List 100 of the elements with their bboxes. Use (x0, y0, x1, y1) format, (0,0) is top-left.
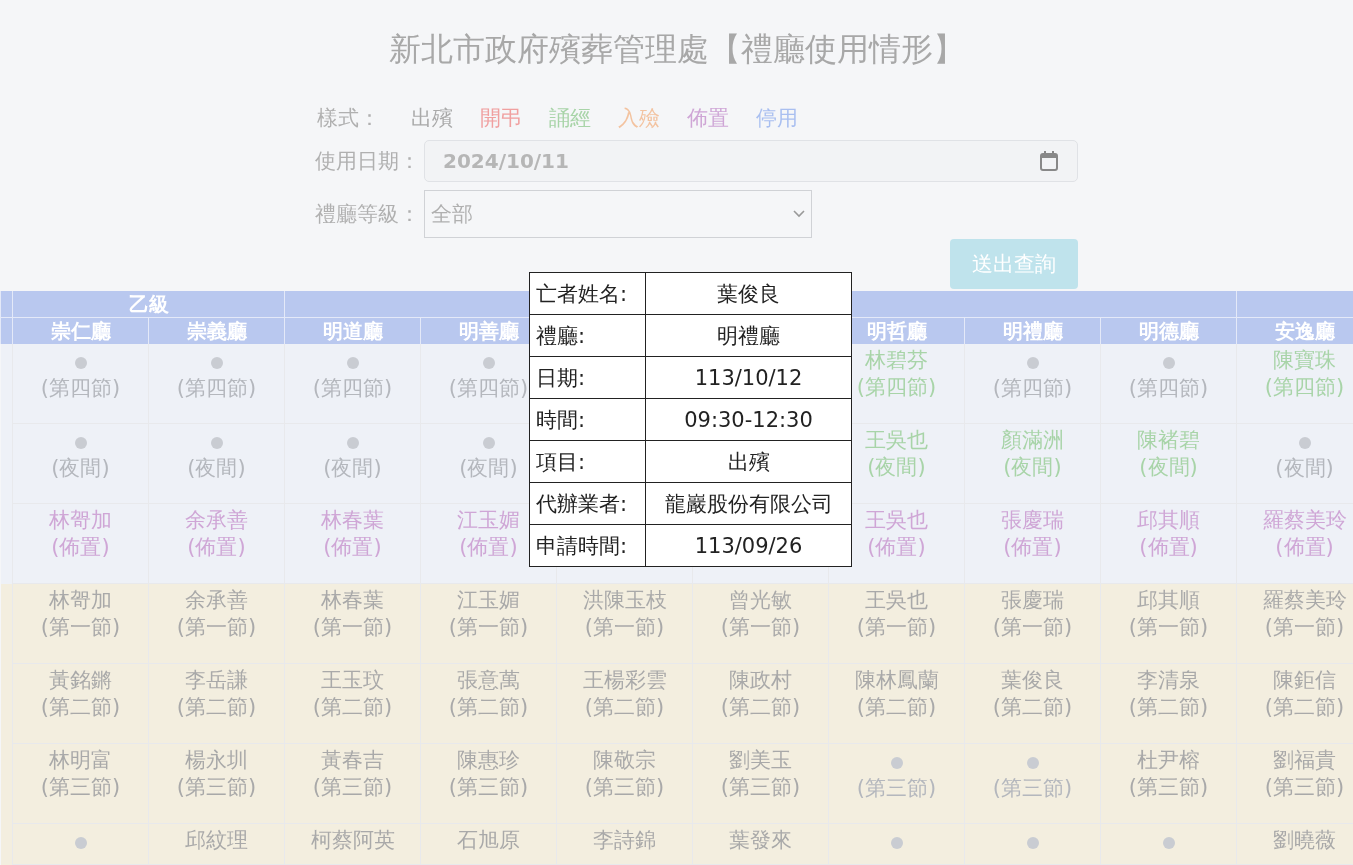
session-label: (夜間) (51, 455, 110, 482)
deceased-name[interactable]: 劉美玉 (729, 747, 792, 774)
session-label: (第一節) (448, 614, 529, 641)
session-label: (夜間) (1275, 455, 1334, 482)
session-label: (第三節) (720, 774, 801, 801)
page-title: 新北市政府殯葬管理處【禮廳使用情形】 (387, 29, 966, 70)
deceased-name[interactable]: 張慶瑞 (1001, 587, 1064, 614)
legend-item: 開弔 (480, 105, 522, 132)
level-select[interactable]: 全部 (424, 190, 812, 238)
calendar-icon[interactable] (1039, 150, 1059, 172)
session-label: (佈置) (323, 534, 382, 561)
session-label: (第三節) (584, 774, 665, 801)
deceased-name[interactable]: 曾光敏 (729, 587, 792, 614)
session-label: (夜間) (1139, 454, 1198, 481)
session-label: (第二節) (1264, 694, 1345, 721)
deceased-name[interactable]: 余承善 (185, 587, 248, 614)
group-header: 乙級 (12, 291, 285, 318)
header-cell (0, 291, 13, 318)
deceased-name[interactable]: 陳林鳳蘭 (854, 667, 939, 694)
session-label: (第四節) (992, 375, 1073, 402)
deceased-name[interactable]: 王楊彩雲 (582, 667, 667, 694)
session-label: (第四節) (856, 374, 937, 401)
deceased-name[interactable]: 陳鉅信 (1273, 667, 1336, 694)
deceased-name[interactable]: 楊永圳 (185, 747, 248, 774)
session-label: (第二節) (720, 694, 801, 721)
deceased-name[interactable]: 陳敬宗 (593, 747, 656, 774)
session-label: (夜間) (187, 455, 246, 482)
deceased-name[interactable]: 江玉媚 (457, 587, 520, 614)
deceased-name[interactable]: 余承善 (185, 507, 248, 534)
session-label: (第一節) (720, 614, 801, 641)
deceased-name[interactable]: 邱其順 (1137, 587, 1200, 614)
session-label: (第四節) (1128, 375, 1209, 402)
deceased-name[interactable]: 張意萬 (457, 667, 520, 694)
session-label: (第二節) (992, 694, 1073, 721)
session-label: (夜間) (1003, 454, 1062, 481)
deceased-name[interactable]: 李岳謙 (185, 667, 248, 694)
deceased-name[interactable]: 黃春吉 (321, 747, 384, 774)
deceased-name[interactable]: 林明富 (49, 747, 112, 774)
session-label: (第二節) (176, 694, 257, 721)
deceased-name[interactable]: 陳政村 (729, 667, 792, 694)
deceased-name[interactable]: 王吳也 (865, 507, 928, 534)
session-label: (第四節) (448, 375, 529, 402)
deceased-name[interactable]: 陳寶珠 (1273, 347, 1336, 374)
session-label: (佈置) (1275, 534, 1334, 561)
deceased-name[interactable]: 林春葉 (321, 587, 384, 614)
submit-button[interactable]: 送出查詢 (950, 239, 1078, 289)
deceased-name[interactable]: 林哿加 (49, 587, 112, 614)
deceased-name[interactable]: 洪陳玉枝 (582, 587, 667, 614)
deceased-name[interactable]: 劉福貴 (1273, 747, 1336, 774)
deceased-name[interactable]: 陳惠珍 (457, 747, 520, 774)
detail-label: 亡者姓名: (529, 272, 646, 315)
session-label: (第三節) (1264, 774, 1345, 801)
detail-label: 申請時間: (529, 524, 646, 567)
deceased-name[interactable]: 羅蔡美玲 (1262, 507, 1347, 534)
session-label: (佈置) (187, 534, 246, 561)
detail-value: 龍巖股份有限公司 (645, 482, 852, 525)
chevron-down-icon (793, 210, 805, 218)
deceased-name[interactable]: 王吳也 (865, 427, 928, 454)
session-label: (第四節) (312, 375, 393, 402)
session-label: (第一節) (856, 614, 937, 641)
legend-label: 樣式： (317, 105, 380, 132)
session-label: (第一節) (1128, 614, 1209, 641)
session-label: (第四節) (1264, 374, 1345, 401)
detail-label: 禮廳: (529, 314, 646, 357)
session-label: (第一節) (176, 614, 257, 641)
deceased-name[interactable]: 黃銘鏘 (49, 667, 112, 694)
deceased-name[interactable]: 邱其順 (1137, 507, 1200, 534)
deceased-name[interactable]: 王吳也 (865, 587, 928, 614)
session-label: (第三節) (312, 774, 393, 801)
deceased-name[interactable]: 林碧芬 (865, 347, 928, 374)
session-label: (第三節) (448, 774, 529, 801)
deceased-name[interactable]: 李清泉 (1137, 667, 1200, 694)
session-label: (第四節) (176, 375, 257, 402)
session-label: (第二節) (448, 694, 529, 721)
deceased-name[interactable]: 陳褚碧 (1137, 427, 1200, 454)
session-label: (夜間) (867, 454, 926, 481)
deceased-name[interactable]: 顏滿洲 (1001, 427, 1064, 454)
session-label: (第三節) (992, 775, 1073, 802)
session-label: (第二節) (312, 694, 393, 721)
deceased-name[interactable]: 張慶瑞 (1001, 507, 1064, 534)
date-field[interactable]: 2024/10/11 (424, 140, 1078, 182)
session-label: (夜間) (323, 455, 382, 482)
hall-header: 安逸廳 (1236, 317, 1353, 344)
deceased-name[interactable]: 林春葉 (321, 507, 384, 534)
detail-value: 出殯 (645, 440, 852, 483)
detail-label: 代辦業者: (529, 482, 646, 525)
session-label: (佈置) (1139, 534, 1198, 561)
hall-header: 崇義廳 (148, 317, 285, 344)
session-label: (第三節) (176, 774, 257, 801)
session-label: (第四節) (40, 375, 121, 402)
deceased-name[interactable]: 杜尹榕 (1137, 747, 1200, 774)
deceased-name[interactable]: 王玉玟 (321, 667, 384, 694)
session-label: (佈置) (459, 534, 518, 561)
session-label: (第三節) (1128, 774, 1209, 801)
deceased-name[interactable]: 羅蔡美玲 (1262, 587, 1347, 614)
deceased-name[interactable]: 江玉媚 (457, 507, 520, 534)
deceased-name[interactable]: 林哿加 (49, 507, 112, 534)
deceased-name[interactable]: 葉俊良 (1001, 667, 1064, 694)
session-label: (佈置) (51, 534, 110, 561)
session-label: (第三節) (856, 775, 937, 802)
